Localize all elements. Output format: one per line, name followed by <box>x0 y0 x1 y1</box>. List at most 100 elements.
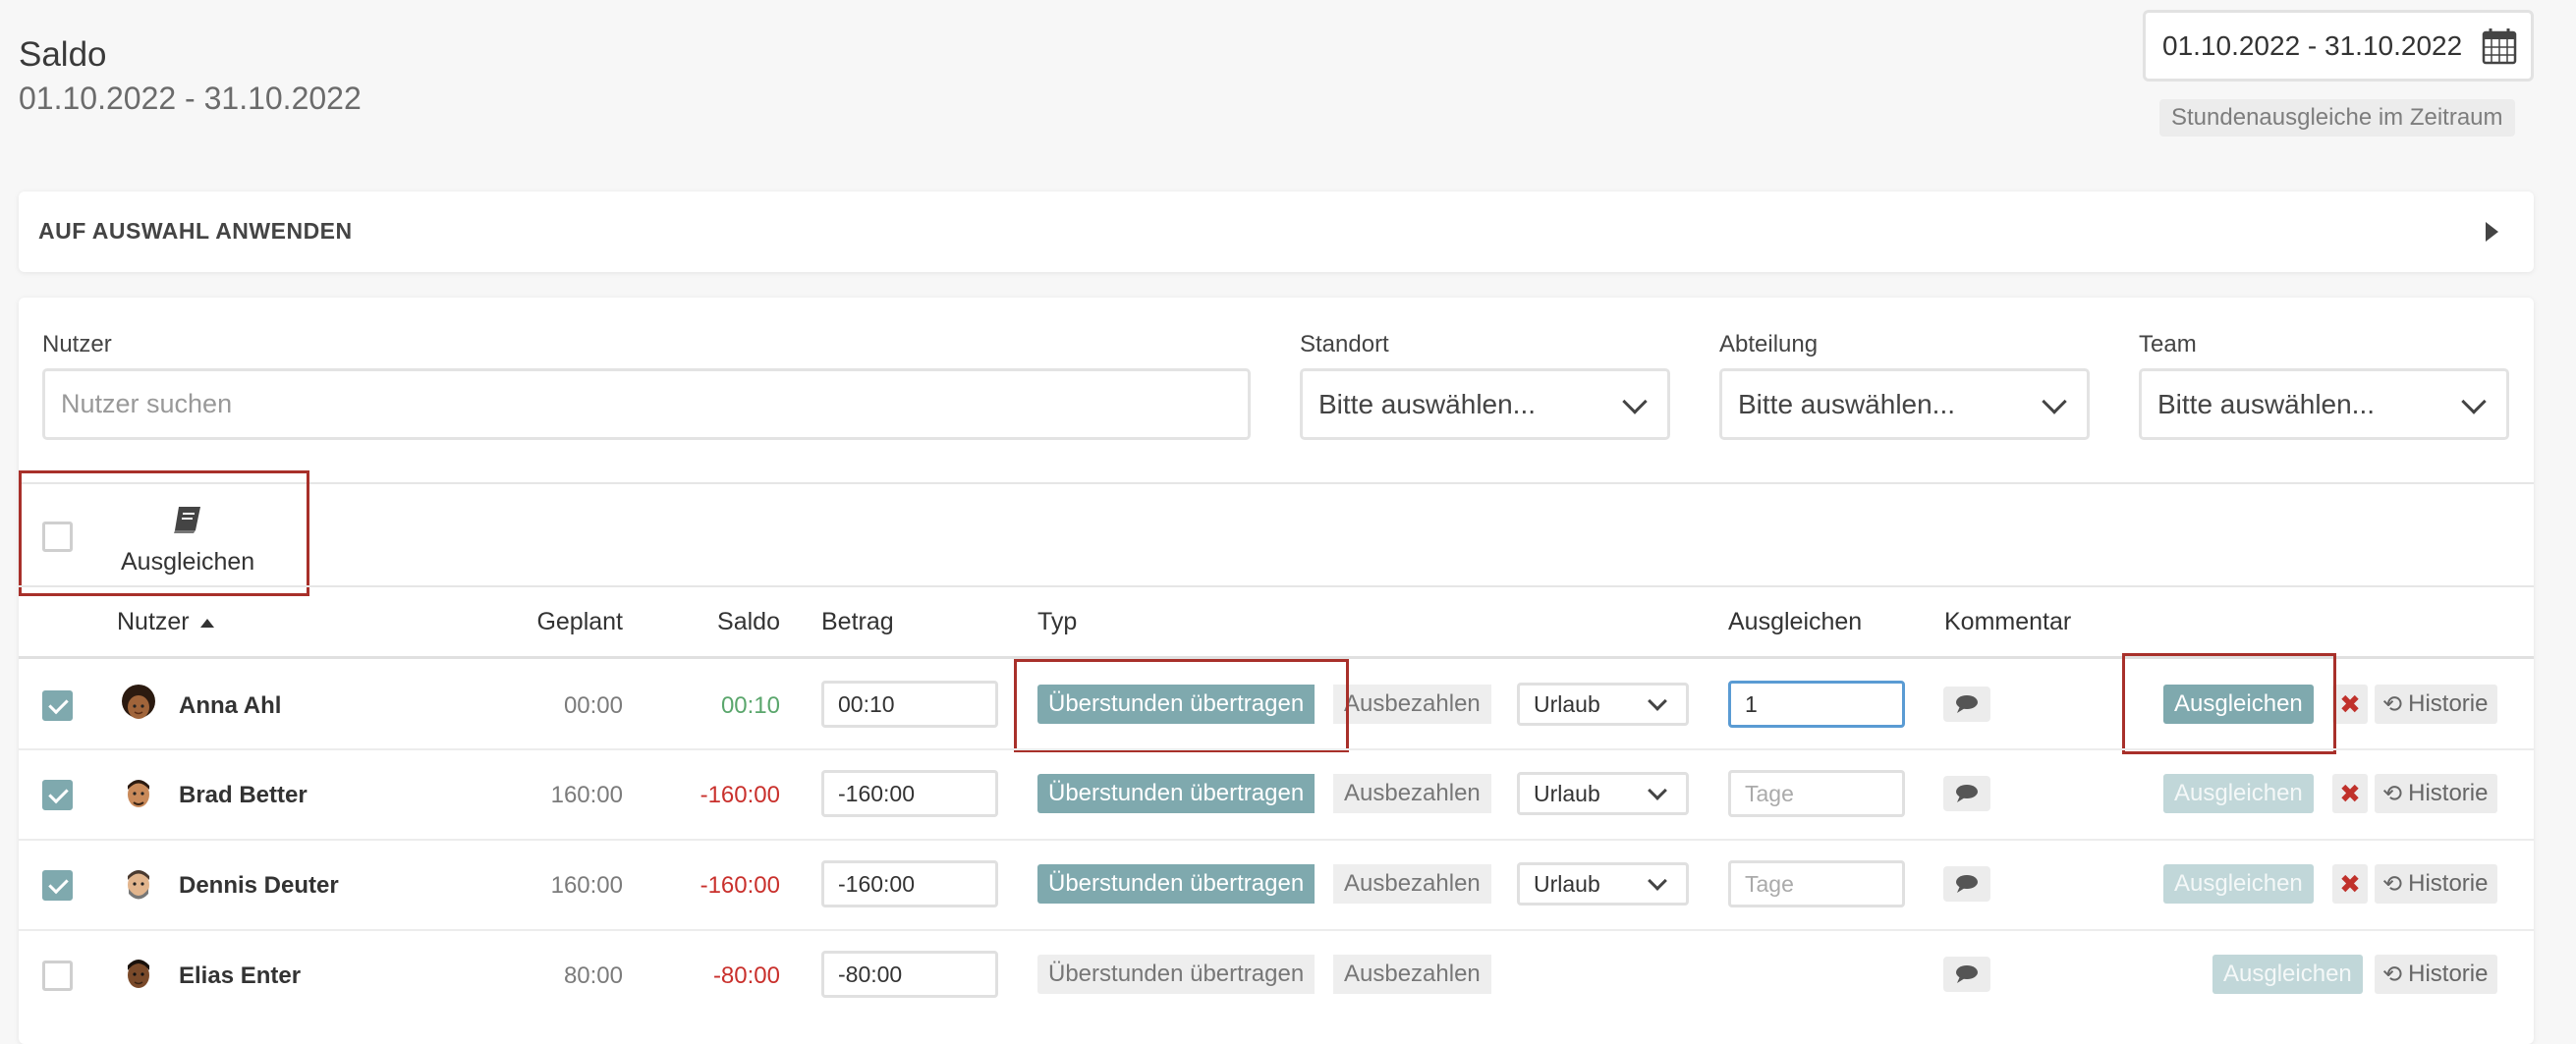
row-user-name[interactable]: Elias Enter <box>179 962 301 990</box>
close-icon[interactable]: ✖ <box>2332 774 2368 813</box>
compensate-button[interactable]: Ausgleichen <box>2163 774 2314 813</box>
row-saldo: -80:00 <box>712 962 780 989</box>
row-checkbox[interactable] <box>42 870 73 901</box>
row-checkbox[interactable] <box>42 690 73 721</box>
payout-button[interactable]: Ausbezahlen <box>1333 955 1491 994</box>
column-header-saldo[interactable]: Saldo <box>662 608 780 636</box>
location-select[interactable]: Bitte auswählen... <box>1300 368 1670 440</box>
row-planned: 160:00 <box>550 782 623 808</box>
row-amount-input[interactable]: -80:00 <box>821 951 998 998</box>
row-planned: 00:00 <box>563 692 623 719</box>
highlight-frame <box>1014 659 1349 752</box>
comment-icon <box>1956 695 1978 713</box>
location-filter-label: Standort <box>1300 331 1389 357</box>
close-icon[interactable]: ✖ <box>2332 864 2368 904</box>
history-button[interactable]: ⟲ Historie <box>2375 955 2498 994</box>
table-row: Anna Ahl 00:00 00:10 00:10 Überstunden ü… <box>19 653 2534 754</box>
apply-panel-label: AUF AUSWAHL ANWENDEN <box>38 218 353 244</box>
column-header-user[interactable]: Nutzer <box>117 608 214 636</box>
chevron-down-icon <box>1622 389 1648 414</box>
date-range-value: 01.10.2022 - 31.10.2022 <box>2162 29 2463 61</box>
chevron-down-icon <box>1648 781 1667 800</box>
team-select-value: Bitte auswählen... <box>2157 388 2376 419</box>
comment-button[interactable] <box>1943 776 1990 811</box>
history-icon: ⟲ <box>2382 870 2403 898</box>
history-icon: ⟲ <box>2382 690 2403 718</box>
chevron-down-icon <box>1648 691 1667 711</box>
comment-button[interactable] <box>1943 957 1990 992</box>
row-saldo: 00:10 <box>720 692 780 719</box>
divider <box>19 482 2534 484</box>
row-days-input[interactable]: Tage <box>1728 860 1905 907</box>
date-range-picker[interactable]: 01.10.2022 - 31.10.2022 <box>2143 10 2534 82</box>
expand-arrow-icon[interactable] <box>2486 222 2498 242</box>
highlight-frame <box>2122 653 2336 754</box>
transfer-overtime-button[interactable]: Überstunden übertragen <box>1037 774 1316 813</box>
row-amount-input[interactable]: 00:10 <box>821 681 998 728</box>
team-select[interactable]: Bitte auswählen... <box>2139 368 2509 440</box>
history-icon: ⟲ <box>2382 961 2403 988</box>
row-type-select[interactable]: Urlaub <box>1517 683 1689 726</box>
row-type-select-value: Urlaub <box>1534 690 1600 717</box>
payout-button[interactable]: Ausbezahlen <box>1333 864 1491 904</box>
row-user-name[interactable]: Brad Better <box>179 782 308 809</box>
table-row: Elias Enter 80:00 -80:00 -80:00 Überstun… <box>19 931 2534 1019</box>
calendar-icon <box>2482 28 2517 65</box>
location-select-value: Bitte auswählen... <box>1318 388 1537 419</box>
user-filter-label: Nutzer <box>42 331 112 357</box>
row-planned: 80:00 <box>563 962 623 989</box>
table-row: Brad Better 160:00 -160:00 -160:00 Übers… <box>19 750 2534 839</box>
row-checkbox[interactable] <box>42 780 73 810</box>
comment-button[interactable] <box>1943 687 1990 722</box>
avatar[interactable] <box>116 861 161 907</box>
history-button[interactable]: ⟲ Historie <box>2375 864 2498 904</box>
comment-icon <box>1956 785 1978 802</box>
row-type-select[interactable]: Urlaub <box>1517 772 1689 815</box>
transfer-overtime-button[interactable]: Überstunden übertragen <box>1037 955 1316 994</box>
row-days-input[interactable]: Tage <box>1728 770 1905 817</box>
row-saldo: -160:00 <box>700 782 780 808</box>
row-days-input[interactable]: 1 <box>1728 681 1905 728</box>
comment-button[interactable] <box>1943 866 1990 902</box>
comment-icon <box>1956 965 1978 983</box>
history-label: Historie <box>2408 690 2489 717</box>
user-search-input[interactable]: Nutzer suchen <box>42 368 1251 440</box>
history-button[interactable]: ⟲ Historie <box>2375 774 2498 813</box>
transfer-overtime-button[interactable]: Überstunden übertragen <box>1037 864 1316 904</box>
column-header-type: Typ <box>1037 608 1078 635</box>
history-label: Historie <box>2408 870 2489 897</box>
apply-to-selection-panel[interactable]: AUF AUSWAHL ANWENDEN <box>19 192 2534 272</box>
compensate-button[interactable]: Ausgleichen <box>2163 864 2314 904</box>
history-button[interactable]: ⟲ Historie <box>2375 685 2498 724</box>
chevron-down-icon <box>2042 389 2067 414</box>
row-checkbox[interactable] <box>42 961 73 991</box>
row-amount-input[interactable]: -160:00 <box>821 860 998 907</box>
sort-asc-icon <box>199 618 214 628</box>
column-header-user-label: Nutzer <box>117 608 190 635</box>
chevron-down-icon <box>1648 871 1667 891</box>
page-title: Saldo <box>19 35 107 74</box>
team-filter-label: Team <box>2139 331 2197 357</box>
department-filter-label: Abteilung <box>1719 331 1819 357</box>
department-select[interactable]: Bitte auswählen... <box>1719 368 2090 440</box>
row-user-name[interactable]: Anna Ahl <box>179 692 281 720</box>
row-type-select[interactable]: Urlaub <box>1517 862 1689 906</box>
column-header-planned[interactable]: Geplant <box>505 608 623 636</box>
row-user-name[interactable]: Dennis Deuter <box>179 872 339 900</box>
column-header-compensate: Ausgleichen <box>1728 608 1863 635</box>
payout-button[interactable]: Ausbezahlen <box>1333 774 1491 813</box>
divider <box>19 585 2534 587</box>
range-badge[interactable]: Stundenausgleiche im Zeitraum <box>2159 99 2515 137</box>
comment-icon <box>1956 875 1978 893</box>
avatar[interactable] <box>116 682 161 727</box>
payout-button[interactable]: Ausbezahlen <box>1333 685 1491 724</box>
history-label: Historie <box>2408 780 2489 806</box>
compensate-button[interactable]: Ausgleichen <box>2212 955 2363 994</box>
row-type-select-value: Urlaub <box>1534 870 1600 897</box>
close-icon[interactable]: ✖ <box>2332 685 2368 724</box>
department-select-value: Bitte auswählen... <box>1738 388 1956 419</box>
highlight-frame <box>19 470 309 596</box>
avatar[interactable] <box>116 952 161 997</box>
avatar[interactable] <box>116 771 161 816</box>
row-amount-input[interactable]: -160:00 <box>821 770 998 817</box>
